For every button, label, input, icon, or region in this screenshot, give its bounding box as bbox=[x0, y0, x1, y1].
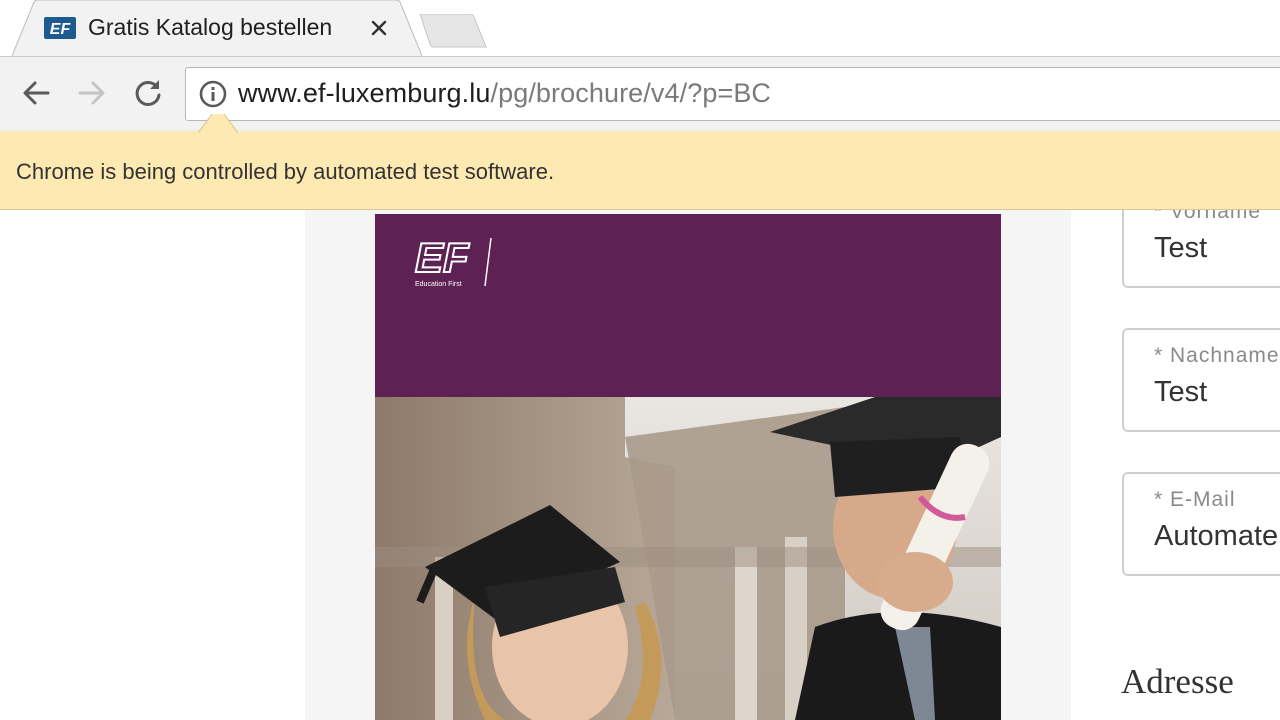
address-bar[interactable]: www.ef-luxemburg.lu/pg/brochure/v4/?p=BC bbox=[185, 67, 1280, 121]
toolbar: www.ef-luxemburg.lu/pg/brochure/v4/?p=BC bbox=[0, 56, 1280, 132]
brochure-cover-image: EF Education First bbox=[375, 214, 1001, 720]
last-name-value: Test bbox=[1154, 376, 1208, 408]
tab-strip: EF Gratis Katalog bestellen bbox=[0, 0, 1280, 57]
infobar-message: Chrome is being controlled by automated … bbox=[16, 159, 555, 184]
back-arrow-icon[interactable] bbox=[18, 75, 54, 111]
address-section-heading: Adresse bbox=[1121, 662, 1234, 701]
last-name-label: * Nachname bbox=[1154, 344, 1280, 367]
svg-text:EF: EF bbox=[415, 234, 470, 281]
email-label: * E-Mail bbox=[1154, 488, 1236, 511]
ef-favicon-icon: EF bbox=[44, 17, 76, 39]
svg-text:EF: EF bbox=[50, 21, 72, 38]
ef-logo: EF Education First bbox=[413, 233, 497, 290]
close-icon[interactable] bbox=[367, 16, 391, 40]
email-field[interactable]: * E-Mail Automate bbox=[1122, 472, 1280, 576]
first-name-label: * Vorname bbox=[1154, 210, 1262, 223]
first-name-value: Test bbox=[1154, 232, 1208, 264]
tab-active[interactable]: EF Gratis Katalog bestellen bbox=[12, 0, 422, 57]
info-icon[interactable] bbox=[198, 79, 228, 109]
email-value: Automate bbox=[1154, 520, 1279, 552]
url-path: /pg/brochure/v4/?p=BC bbox=[490, 78, 772, 108]
url-text: www.ef-luxemburg.lu/pg/brochure/v4/?p=BC bbox=[238, 78, 771, 109]
svg-text:Education First: Education First bbox=[415, 281, 462, 288]
graduation-photo bbox=[375, 397, 1001, 720]
forward-arrow-icon[interactable] bbox=[74, 75, 110, 111]
page-content: EF Education First * Vorname Test * Nach… bbox=[0, 210, 1280, 720]
url-domain: www.ef-luxemburg.lu bbox=[238, 78, 491, 108]
automation-infobar: Chrome is being controlled by automated … bbox=[0, 131, 1280, 210]
brochure-header-band: EF Education First bbox=[375, 214, 1001, 397]
reload-icon[interactable] bbox=[130, 75, 166, 111]
new-tab-button[interactable] bbox=[418, 13, 488, 48]
first-name-field[interactable]: * Vorname Test bbox=[1122, 210, 1280, 288]
infobar-pointer bbox=[198, 113, 238, 134]
tab-title: Gratis Katalog bestellen bbox=[88, 14, 333, 40]
last-name-field[interactable]: * Nachname Test bbox=[1122, 328, 1280, 432]
